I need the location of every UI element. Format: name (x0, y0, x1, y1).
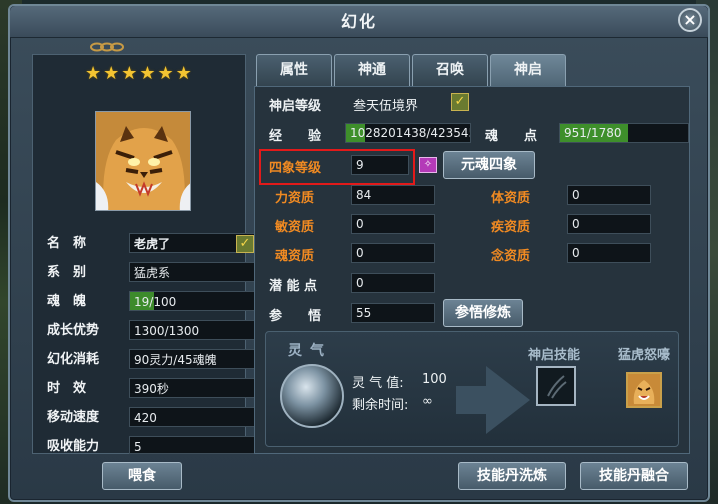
row-absorb: 吸收能力 5 (47, 436, 257, 454)
duration-label: 时 效 (47, 381, 87, 396)
soul-value-max: /100 (149, 295, 177, 309)
exp-label: 经 验 (269, 129, 322, 144)
name-label: 名 称 (47, 236, 87, 251)
strength-label: 力资质 (275, 191, 315, 206)
aura-orb-icon[interactable] (280, 364, 344, 428)
tiger-roar-icon (628, 374, 660, 406)
aura-value: 100 (422, 372, 447, 387)
pet-info-panel: ★★★★★★ 名 称 老虎了 ✓ 系 别 猛虎系 魂 魄 19/100 成长优势… (32, 54, 257, 454)
growth-value: 1300/1300 (129, 320, 257, 340)
soul-label: 魂 魄 (47, 294, 87, 309)
shenqi-skill-title: 神启技能 (528, 348, 581, 363)
insight-train-button[interactable]: 参悟修炼 (443, 299, 523, 327)
sixiang-value: 9 (351, 155, 409, 175)
row-cost: 幻化消耗 90灵力/45魂魄 (47, 349, 257, 371)
shenqi-panel: 神启等级 叁天伍境界 ✓ 经 验 1028201438/423545742 魂 … (254, 86, 690, 454)
insight-value: 55 (351, 303, 435, 323)
absorb-value: 5 (129, 436, 257, 454)
speed-label: 移动速度 (47, 410, 100, 425)
star-rating: ★★★★★★ (85, 63, 194, 84)
constitution-value: 0 (567, 185, 651, 205)
speed-aptitude-label: 疾资质 (491, 220, 531, 235)
arrow-shaft (456, 386, 488, 414)
rank-value: 叁天伍境界 (353, 99, 419, 114)
row-type: 系 别 猛虎系 (47, 262, 257, 284)
yuanhun-sixiang-button[interactable]: 元魂四象 (443, 151, 535, 179)
soul-point-value: 951/1780 (564, 126, 622, 140)
pet-skill-title: 猛虎怒嚎 (618, 348, 671, 363)
aura-title: 灵气 (288, 343, 332, 359)
tab-summon[interactable]: 召唤 (412, 54, 488, 86)
chain-icon (90, 42, 124, 52)
tiger-roar-skill[interactable] (626, 372, 662, 408)
arrow-right-icon (486, 366, 530, 434)
constitution-label: 体资质 (491, 191, 531, 206)
duration-value: 390秒 (129, 378, 257, 398)
exp-bar: 1028201438/423545742 (345, 123, 471, 143)
row-growth: 成长优势 1300/1300 (47, 320, 257, 342)
transform-window: 幻化 × ★★★★★★ 名 称 老虎了 ✓ 系 别 猛虎系 魂 魄 19/100… (8, 4, 710, 502)
sixiang-label: 四象等级 (269, 161, 322, 176)
potential-label: 潜 能 点 (269, 279, 318, 294)
soul-aptitude-value: 0 (351, 243, 435, 263)
rank-label: 神启等级 (269, 99, 322, 114)
aura-time-label: 剩余时间: (352, 398, 409, 413)
cost-value: 90灵力/45魂魄 (129, 349, 257, 369)
name-field[interactable]: 老虎了 ✓ (129, 233, 257, 253)
skill-fuse-button[interactable]: 技能丹融合 (580, 462, 688, 490)
tiger-portrait-icon (96, 112, 190, 210)
tab-attributes[interactable]: 属性 (256, 54, 332, 86)
aura-time-value: ∞ (422, 394, 433, 409)
shenqi-skill-slot[interactable] (536, 366, 576, 406)
pet-portrait (95, 111, 191, 211)
close-button[interactable]: × (678, 8, 702, 32)
aura-value-label: 灵 气 值: (352, 376, 404, 391)
rank-check-icon[interactable]: ✓ (451, 93, 469, 111)
insight-label: 参 悟 (269, 309, 322, 324)
row-duration: 时 效 390秒 (47, 378, 257, 400)
absorb-label: 吸收能力 (47, 439, 100, 454)
tab-shenqi[interactable]: 神启 (490, 54, 566, 86)
name-value: 老虎了 (134, 237, 171, 251)
mind-aptitude-value: 0 (567, 243, 651, 263)
tab-divine-power[interactable]: 神通 (334, 54, 410, 86)
strength-value: 84 (351, 185, 435, 205)
row-speed: 移动速度 420 (47, 407, 257, 429)
agility-label: 敏资质 (275, 220, 315, 235)
type-label: 系 别 (47, 265, 87, 280)
agility-value: 0 (351, 214, 435, 234)
mind-aptitude-label: 念资质 (491, 249, 531, 264)
soul-aptitude-label: 魂资质 (275, 249, 315, 264)
speed-value: 420 (129, 407, 257, 427)
soul-bar: 19/100 (129, 291, 257, 311)
speed-aptitude-value: 0 (567, 214, 651, 234)
soul-point-bar: 951/1780 (559, 123, 689, 143)
potential-value: 0 (351, 273, 435, 293)
row-soul: 魂 魄 19/100 (47, 291, 257, 313)
window-title: 幻化 (10, 6, 708, 38)
type-value: 猛虎系 (129, 262, 257, 282)
feed-button[interactable]: 喂食 (102, 462, 182, 490)
gem-icon[interactable]: ✧ (419, 157, 437, 173)
claw-mark-icon (547, 375, 567, 399)
soul-value-current: 19 (134, 295, 150, 309)
cost-label: 幻化消耗 (47, 352, 100, 367)
exp-value: 1028201438/423545742 (350, 126, 470, 140)
growth-label: 成长优势 (47, 323, 100, 338)
row-name: 名 称 老虎了 ✓ (47, 233, 257, 255)
skill-refine-button[interactable]: 技能丹洗炼 (458, 462, 566, 490)
confirm-check-icon[interactable]: ✓ (236, 235, 254, 253)
aura-section: 灵气 灵 气 值: 100 剩余时间: ∞ 神启技能 猛虎怒嚎 (265, 331, 679, 447)
soul-point-label: 魂 点 (485, 129, 538, 144)
